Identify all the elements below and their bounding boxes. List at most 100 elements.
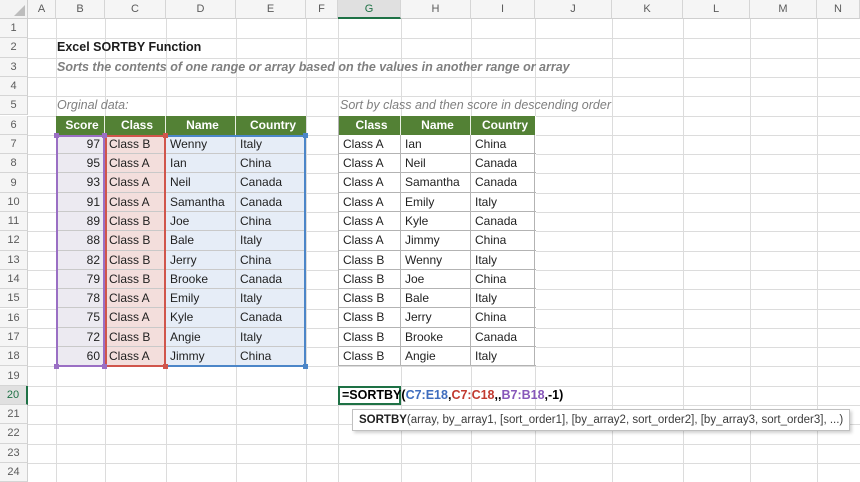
range-handle[interactable] <box>163 364 168 369</box>
column-header-cell[interactable]: Country <box>236 116 306 135</box>
row-header-13[interactable]: 13 <box>0 251 28 270</box>
column-header-c[interactable]: C <box>105 0 166 19</box>
cell[interactable]: 60 <box>56 347 105 366</box>
cell[interactable]: Italy <box>236 289 306 307</box>
cell[interactable]: Class A <box>105 173 166 191</box>
sheet-subtitle-cell[interactable]: Sorts the contents of one range or array… <box>57 58 570 77</box>
cell[interactable]: Joe <box>166 212 236 230</box>
row-header-22[interactable]: 22 <box>0 424 28 443</box>
cell[interactable]: 72 <box>56 328 105 346</box>
cell[interactable]: Class B <box>339 270 401 288</box>
cell[interactable]: 79 <box>56 270 105 288</box>
row-header-7[interactable]: 7 <box>0 135 28 154</box>
range-handle[interactable] <box>303 364 308 369</box>
range-handle[interactable] <box>303 133 308 138</box>
row-header-1[interactable]: 1 <box>0 19 28 38</box>
cell[interactable]: China <box>471 231 535 249</box>
row-header-14[interactable]: 14 <box>0 270 28 289</box>
cell[interactable]: Ian <box>401 135 471 153</box>
row-header-16[interactable]: 16 <box>0 309 28 328</box>
cell[interactable]: Angie <box>166 328 236 346</box>
cell[interactable]: Class B <box>339 251 401 269</box>
row-header-21[interactable]: 21 <box>0 405 28 424</box>
cell[interactable]: Brooke <box>401 328 471 346</box>
row-header-17[interactable]: 17 <box>0 328 28 347</box>
cell[interactable]: Class A <box>339 135 401 153</box>
column-header-g[interactable]: G <box>338 0 401 19</box>
row-header-2[interactable]: 2 <box>0 38 28 57</box>
cell[interactable]: Class A <box>339 173 401 191</box>
cell[interactable]: Class A <box>105 154 166 172</box>
column-header-cell[interactable]: Name <box>166 116 236 135</box>
row-header-19[interactable]: 19 <box>0 366 28 385</box>
cell[interactable]: Class B <box>105 231 166 249</box>
range-handle[interactable] <box>163 133 168 138</box>
row-header-6[interactable]: 6 <box>0 116 28 135</box>
cell[interactable]: Class B <box>339 328 401 346</box>
row-header-11[interactable]: 11 <box>0 212 28 231</box>
column-header-k[interactable]: K <box>612 0 683 19</box>
cell[interactable]: 97 <box>56 135 105 153</box>
cell[interactable]: Kyle <box>166 308 236 326</box>
cell[interactable]: Neil <box>166 173 236 191</box>
column-header-l[interactable]: L <box>683 0 750 19</box>
cell[interactable]: Class A <box>105 308 166 326</box>
column-header-e[interactable]: E <box>236 0 306 19</box>
cell[interactable]: Class A <box>105 289 166 307</box>
cell[interactable]: Jimmy <box>401 231 471 249</box>
range-handle[interactable] <box>54 364 59 369</box>
cell[interactable]: China <box>471 135 535 153</box>
column-header-m[interactable]: M <box>750 0 817 19</box>
cell[interactable]: Jimmy <box>166 347 236 366</box>
cell[interactable]: 93 <box>56 173 105 191</box>
cell[interactable]: Italy <box>236 135 306 153</box>
column-header-cell[interactable]: Score <box>56 116 105 135</box>
column-header-cell[interactable]: Class <box>339 116 401 135</box>
row-header-18[interactable]: 18 <box>0 347 28 366</box>
cell[interactable]: Canada <box>471 328 535 346</box>
cell[interactable]: Italy <box>471 289 535 307</box>
row-header-20[interactable]: 20 <box>0 386 28 405</box>
column-header-cell[interactable]: Name <box>401 116 471 135</box>
sorted-data-caption-cell[interactable]: Sort by class and then score in descendi… <box>340 96 611 115</box>
cell[interactable]: Emily <box>166 289 236 307</box>
cell[interactable]: China <box>471 270 535 288</box>
cell[interactable]: Emily <box>401 193 471 211</box>
cell[interactable]: China <box>236 212 306 230</box>
cell[interactable]: Italy <box>471 193 535 211</box>
column-header-d[interactable]: D <box>166 0 236 19</box>
cell[interactable]: Class A <box>339 212 401 230</box>
cell[interactable]: Wenny <box>166 135 236 153</box>
cell[interactable]: Class B <box>339 289 401 307</box>
cell[interactable]: 89 <box>56 212 105 230</box>
cell[interactable]: Kyle <box>401 212 471 230</box>
cell[interactable]: 95 <box>56 154 105 172</box>
row-header-10[interactable]: 10 <box>0 193 28 212</box>
cell[interactable]: Canada <box>236 270 306 288</box>
cell[interactable]: Class A <box>105 193 166 211</box>
row-header-15[interactable]: 15 <box>0 289 28 308</box>
sheet-title-cell[interactable]: Excel SORTBY Function <box>57 38 201 57</box>
cell[interactable]: China <box>236 347 306 366</box>
cell[interactable]: 82 <box>56 251 105 269</box>
cell[interactable]: Canada <box>471 212 535 230</box>
cell[interactable]: Bale <box>401 289 471 307</box>
cell[interactable]: Class B <box>105 328 166 346</box>
cell[interactable]: Italy <box>471 347 535 365</box>
range-handle[interactable] <box>54 133 59 138</box>
cell[interactable]: Joe <box>401 270 471 288</box>
cell[interactable]: Class A <box>339 154 401 172</box>
column-header-n[interactable]: N <box>817 0 860 19</box>
cell[interactable]: Class A <box>339 193 401 211</box>
cell[interactable]: Class B <box>339 347 401 365</box>
cell[interactable]: Ian <box>166 154 236 172</box>
cell[interactable]: Angie <box>401 347 471 365</box>
select-all-corner[interactable] <box>0 0 28 19</box>
cell[interactable]: Class A <box>105 347 166 366</box>
cell[interactable]: 78 <box>56 289 105 307</box>
cell[interactable]: Italy <box>236 231 306 249</box>
cell[interactable]: Bale <box>166 231 236 249</box>
column-header-f[interactable]: F <box>306 0 338 19</box>
cell[interactable]: Canada <box>236 193 306 211</box>
row-header-5[interactable]: 5 <box>0 96 28 115</box>
